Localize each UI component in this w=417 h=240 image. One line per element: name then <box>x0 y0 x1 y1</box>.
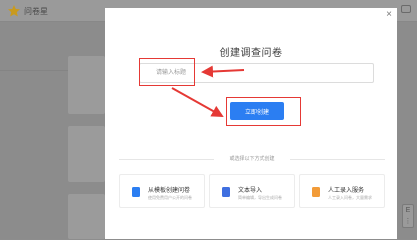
text-import-icon <box>222 187 230 197</box>
option-text-import[interactable]: 文本导入 简单编辑，导出生成问卷 <box>209 174 295 208</box>
service-icon <box>312 187 320 197</box>
background-card <box>68 194 105 239</box>
star-logo-icon <box>8 5 20 17</box>
option-manual-entry[interactable]: 人工录入服务 人工录入问卷，大量需求 <box>299 174 385 208</box>
create-now-button[interactable]: 立即创建 <box>230 102 284 120</box>
create-survey-modal: × 创建调查问卷 立即创建 或选择以下方式创建 从模板创建问卷 使用免费用户公开… <box>105 8 397 239</box>
modal-title: 创建调查问卷 <box>219 48 283 59</box>
divider-line-right <box>290 159 385 160</box>
document-icon <box>132 187 140 197</box>
side-tool-item[interactable]: ⋮ <box>403 216 413 227</box>
option-title: 文本导入 <box>238 188 263 194</box>
option-description: 简单编辑，导出生成问卷 <box>238 195 282 200</box>
option-from-template[interactable]: 从模板创建问卷 使用免费用户公开的问卷 <box>119 174 205 208</box>
option-description: 使用免费用户公开的问卷 <box>148 195 192 200</box>
side-tool-item[interactable]: E <box>403 205 413 216</box>
window-icon[interactable] <box>401 5 411 13</box>
close-button[interactable]: × <box>386 10 392 20</box>
background-card <box>68 56 105 114</box>
option-description: 人工录入问卷，大量需求 <box>328 195 372 200</box>
survey-title-input[interactable] <box>139 63 374 83</box>
side-toolbar[interactable]: E ⋮ <box>402 204 414 228</box>
option-title: 从模板创建问卷 <box>148 188 191 194</box>
background-card <box>68 126 105 182</box>
or-divider: 或选择以下方式创建 <box>119 154 385 164</box>
app-name: 问卷星 <box>24 7 48 16</box>
option-title: 人工录入服务 <box>328 188 365 194</box>
